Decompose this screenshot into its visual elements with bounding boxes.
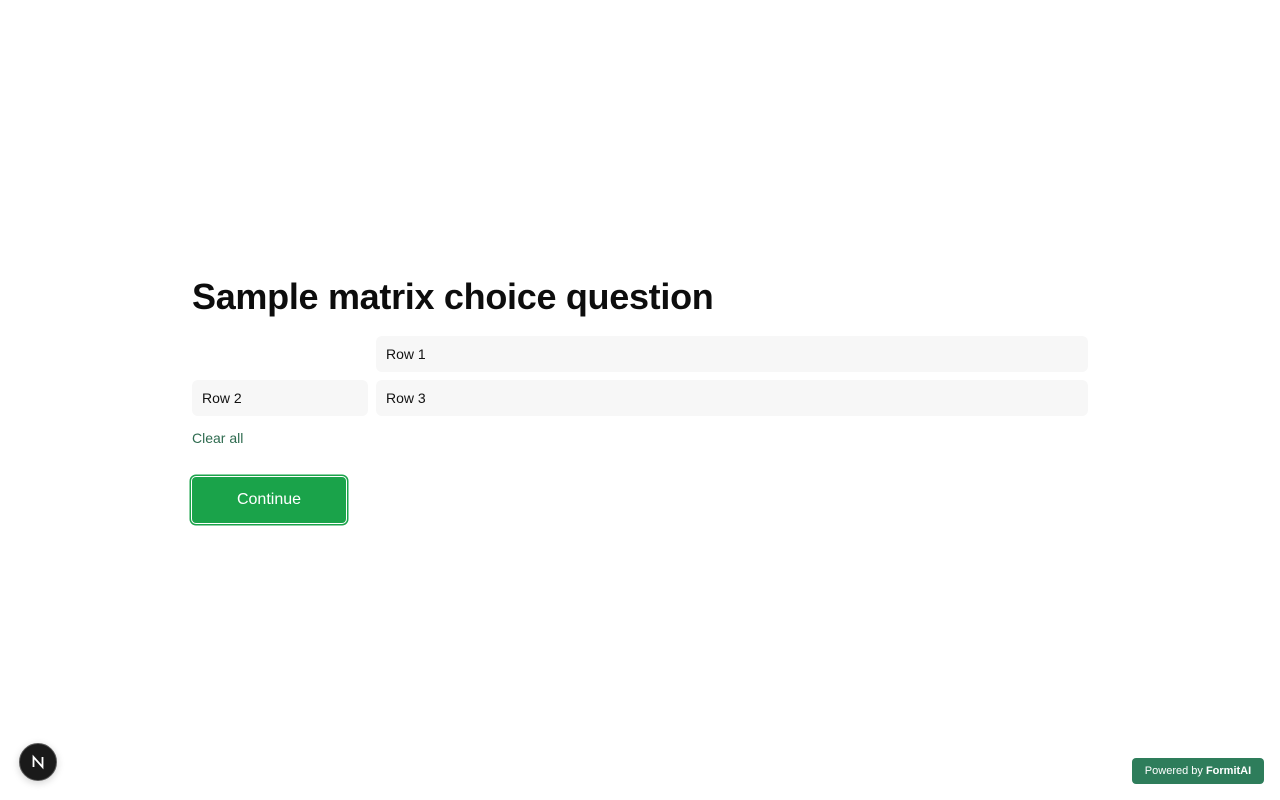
matrix-option-row-3[interactable]: Row 3 bbox=[376, 380, 1088, 416]
powered-by-prefix: Powered by bbox=[1144, 765, 1203, 777]
nextjs-dev-badge[interactable] bbox=[19, 743, 57, 781]
form-page: Sample matrix choice question Row 1 Row … bbox=[0, 0, 1280, 800]
powered-by-badge[interactable]: Powered by FormitAI bbox=[1132, 758, 1264, 784]
question-title: Sample matrix choice question bbox=[192, 276, 714, 317]
clear-all-link[interactable]: Clear all bbox=[192, 429, 243, 447]
powered-by-brand: FormitAI bbox=[1205, 765, 1252, 777]
continue-button[interactable]: Continue bbox=[192, 477, 346, 523]
matrix-option-row-2[interactable]: Row 2 bbox=[192, 380, 368, 416]
matrix-option-row-1[interactable]: Row 1 bbox=[376, 336, 1088, 372]
n-logo-icon bbox=[32, 754, 44, 770]
